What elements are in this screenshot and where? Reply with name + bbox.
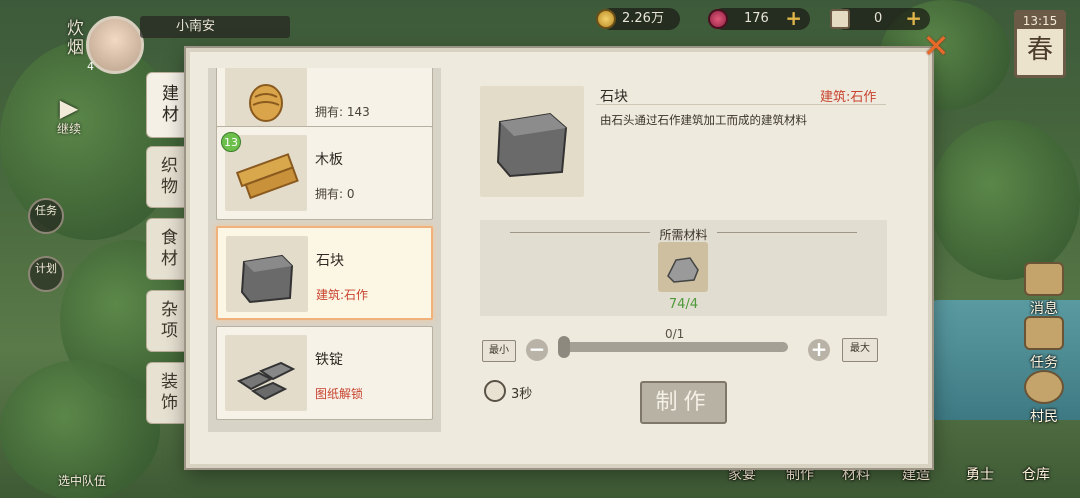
plan-round-button[interactable]: 计划 (28, 256, 64, 292)
item-card-stone-block[interactable]: 石块 建筑:石作 (216, 226, 433, 320)
required-materials: 所需材料 74/4 (480, 220, 887, 316)
item-card-plank[interactable]: 13 木板 拥有: 0 (216, 126, 433, 220)
rope-image (225, 68, 307, 129)
villager-button[interactable]: 村民 (1016, 370, 1072, 426)
money-counter: 2.26万 (596, 8, 680, 30)
player-level: 4 (87, 60, 94, 73)
item-category: 建筑:石作 (316, 288, 369, 302)
continue-button[interactable]: ▶ 继续 (46, 96, 92, 137)
item-owned: 拥有: 0 (315, 187, 355, 201)
tab-food[interactable]: 食材 (146, 218, 188, 280)
quantity-slider[interactable] (560, 342, 788, 352)
select-team-button[interactable]: 选中队伍 (50, 472, 114, 489)
season-label: 春 (1026, 35, 1053, 65)
message-icon (1024, 262, 1064, 296)
detail-description: 由石头通过石作建筑加工而成的建筑材料 (600, 113, 807, 127)
gem-counter: 176 + (708, 8, 810, 30)
message-button[interactable]: 消息 (1016, 262, 1072, 318)
detail-category: 建筑:石作 (820, 90, 877, 105)
max-button[interactable]: 最大 (842, 338, 878, 362)
tab-decoration[interactable]: 装饰 (146, 362, 188, 424)
material-count: 74/4 (668, 297, 699, 312)
item-list[interactable]: 拥有: 143 13 木板 拥有: 0 石块 建筑:石作 铁锭 图纸解锁 (208, 68, 441, 432)
ticket-icon (830, 9, 850, 29)
craft-duration: 3秒 (511, 387, 533, 402)
item-count-badge: 13 (221, 132, 241, 152)
player-avatar[interactable]: 4 (86, 16, 144, 74)
quantity-count: 0/1 (665, 327, 685, 341)
divider (596, 104, 886, 105)
item-name: 木板 (315, 152, 343, 168)
item-card-iron-ingot[interactable]: 铁锭 图纸解锁 (216, 326, 433, 420)
player-name: 小南安 (140, 16, 290, 38)
required-materials-title: 所需材料 (659, 228, 708, 242)
smoke-button[interactable]: 炊烟 (40, 12, 84, 64)
tab-fabric[interactable]: 织物 (146, 146, 188, 208)
nav-warriors[interactable]: 勇士 (966, 464, 994, 484)
clock-icon (484, 380, 506, 402)
nav-warehouse[interactable]: 仓库 (1022, 464, 1050, 484)
task-round-button[interactable]: 任务 (28, 198, 64, 234)
season-clock[interactable]: 13:15 春 (1014, 10, 1066, 78)
detail-image (480, 86, 584, 197)
stone-material-icon[interactable] (658, 242, 708, 292)
iron-ingot-image (225, 335, 307, 411)
continue-label: 继续 (56, 122, 81, 136)
clock-time: 13:15 (1017, 13, 1063, 29)
quest-button[interactable]: 任务 (1016, 316, 1072, 372)
item-name: 铁锭 (315, 352, 343, 368)
coin-icon (596, 9, 616, 29)
slider-handle[interactable] (558, 336, 570, 358)
scroll-icon (1024, 316, 1064, 350)
stone-block-image (226, 236, 308, 312)
min-button[interactable]: 最小 (482, 340, 516, 362)
ticket-counter: 0 + (830, 8, 930, 30)
gem-icon (708, 9, 728, 29)
plus-button[interactable]: + (808, 339, 830, 361)
craft-button[interactable]: 制作 (640, 381, 727, 424)
item-unlock-status: 图纸解锁 (315, 387, 364, 401)
add-tickets-button[interactable]: + (905, 8, 922, 28)
villager-icon (1024, 370, 1064, 404)
close-button[interactable]: ✕ (921, 30, 951, 62)
tab-misc[interactable]: 杂项 (146, 290, 188, 352)
detail-title: 石块 (600, 89, 628, 105)
item-owned: 拥有: 143 (315, 105, 370, 119)
add-gems-button[interactable]: + (785, 8, 802, 28)
minus-button[interactable]: − (526, 339, 548, 361)
tab-building-materials[interactable]: 建材 (146, 72, 190, 138)
item-name: 石块 (316, 253, 344, 269)
